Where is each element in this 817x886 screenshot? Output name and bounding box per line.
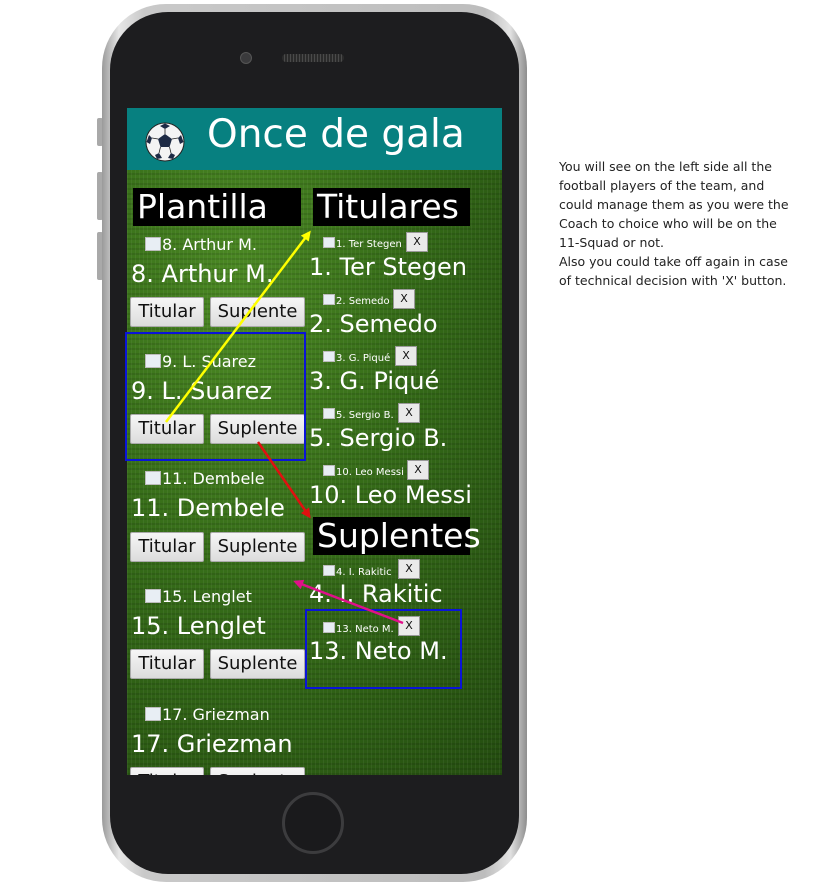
player-photo-alt: 4. I. Rakitic [336,567,392,578]
player-name: 1. Ter Stegen [309,253,467,281]
player-photo-alt: 8. Arthur M. [162,235,257,254]
broken-image-icon [323,351,335,362]
app-header: Once de gala [127,108,502,170]
suplente-button[interactable]: Suplente [210,532,305,562]
broken-image-icon [145,237,161,251]
titular-button[interactable]: Titular [130,532,204,562]
broken-image-icon [323,465,335,476]
player-photo-alt: 5. Sergio B. [336,410,394,421]
remove-button[interactable]: X [407,460,429,480]
player-photo-alt: 10. Leo Messi [336,467,404,478]
titular-button[interactable]: Titular [130,297,204,327]
suplente-button[interactable]: Suplente [210,767,305,775]
titular-button[interactable]: Titular [130,649,204,679]
description-paragraph: You will see on the left side all the fo… [559,159,789,250]
remove-button[interactable]: X [398,403,420,423]
player-name: 3. G. Piqué [309,367,440,395]
remove-button[interactable]: X [406,232,428,252]
remove-button[interactable]: X [393,289,415,309]
player-name: 15. Lenglet [131,612,266,640]
player-name: 10. Leo Messi [309,481,472,509]
broken-image-icon [323,408,335,419]
broken-image-icon [145,707,161,721]
titular-button[interactable]: Titular [130,767,204,775]
soccer-ball-icon [145,122,185,162]
player-photo-alt: 3. G. Piqué [336,353,391,364]
roster-heading: Plantilla [133,188,301,226]
player-photo: 4. I. Rakitic [323,564,392,578]
player-name: 17. Griezman [131,730,293,758]
starters-heading: Titulares [313,188,470,226]
player-photo-alt: 11. Dembele [162,469,265,488]
suplente-button[interactable]: Suplente [210,297,305,327]
player-photo-alt: 2. Semedo [336,296,390,307]
description-text: You will see on the left side all the fo… [559,157,799,290]
app-title: Once de gala [207,112,465,157]
subs-heading: Suplentes [313,517,481,555]
highlight-box-roster [125,332,306,461]
player-photo-alt: 17. Griezman [162,705,270,724]
player-photo: 11. Dembele [145,469,265,488]
player-photo: 10. Leo Messi [323,464,404,478]
home-button[interactable] [282,792,344,854]
player-name: 11. Dembele [131,494,285,522]
player-name: 2. Semedo [309,310,438,338]
player-photo: 5. Sergio B. [323,407,394,421]
player-photo: 8. Arthur M. [145,235,257,254]
remove-button[interactable]: X [398,559,420,579]
front-camera [240,52,252,64]
suplente-button[interactable]: Suplente [210,649,305,679]
broken-image-icon [145,589,161,603]
player-name: 8. Arthur M. [131,260,274,288]
player-photo: 17. Griezman [145,705,270,724]
player-photo: 2. Semedo [323,293,390,307]
player-photo-alt: 1. Ter Stegen [336,239,402,250]
player-name: 4. I. Rakitic [309,580,443,608]
player-photo: 1. Ter Stegen [323,236,402,250]
highlight-box-subs [305,609,462,689]
broken-image-icon [323,237,335,248]
description-paragraph: Also you could take off again in case of… [559,254,788,288]
player-photo: 15. Lenglet [145,587,252,606]
broken-image-icon [323,565,335,576]
broken-image-icon [323,294,335,305]
player-photo-alt: 15. Lenglet [162,587,252,606]
earpiece-speaker [282,54,344,62]
remove-button[interactable]: X [395,346,417,366]
player-name: 5. Sergio B. [309,424,448,452]
broken-image-icon [145,471,161,485]
player-photo: 3. G. Piqué [323,350,390,364]
